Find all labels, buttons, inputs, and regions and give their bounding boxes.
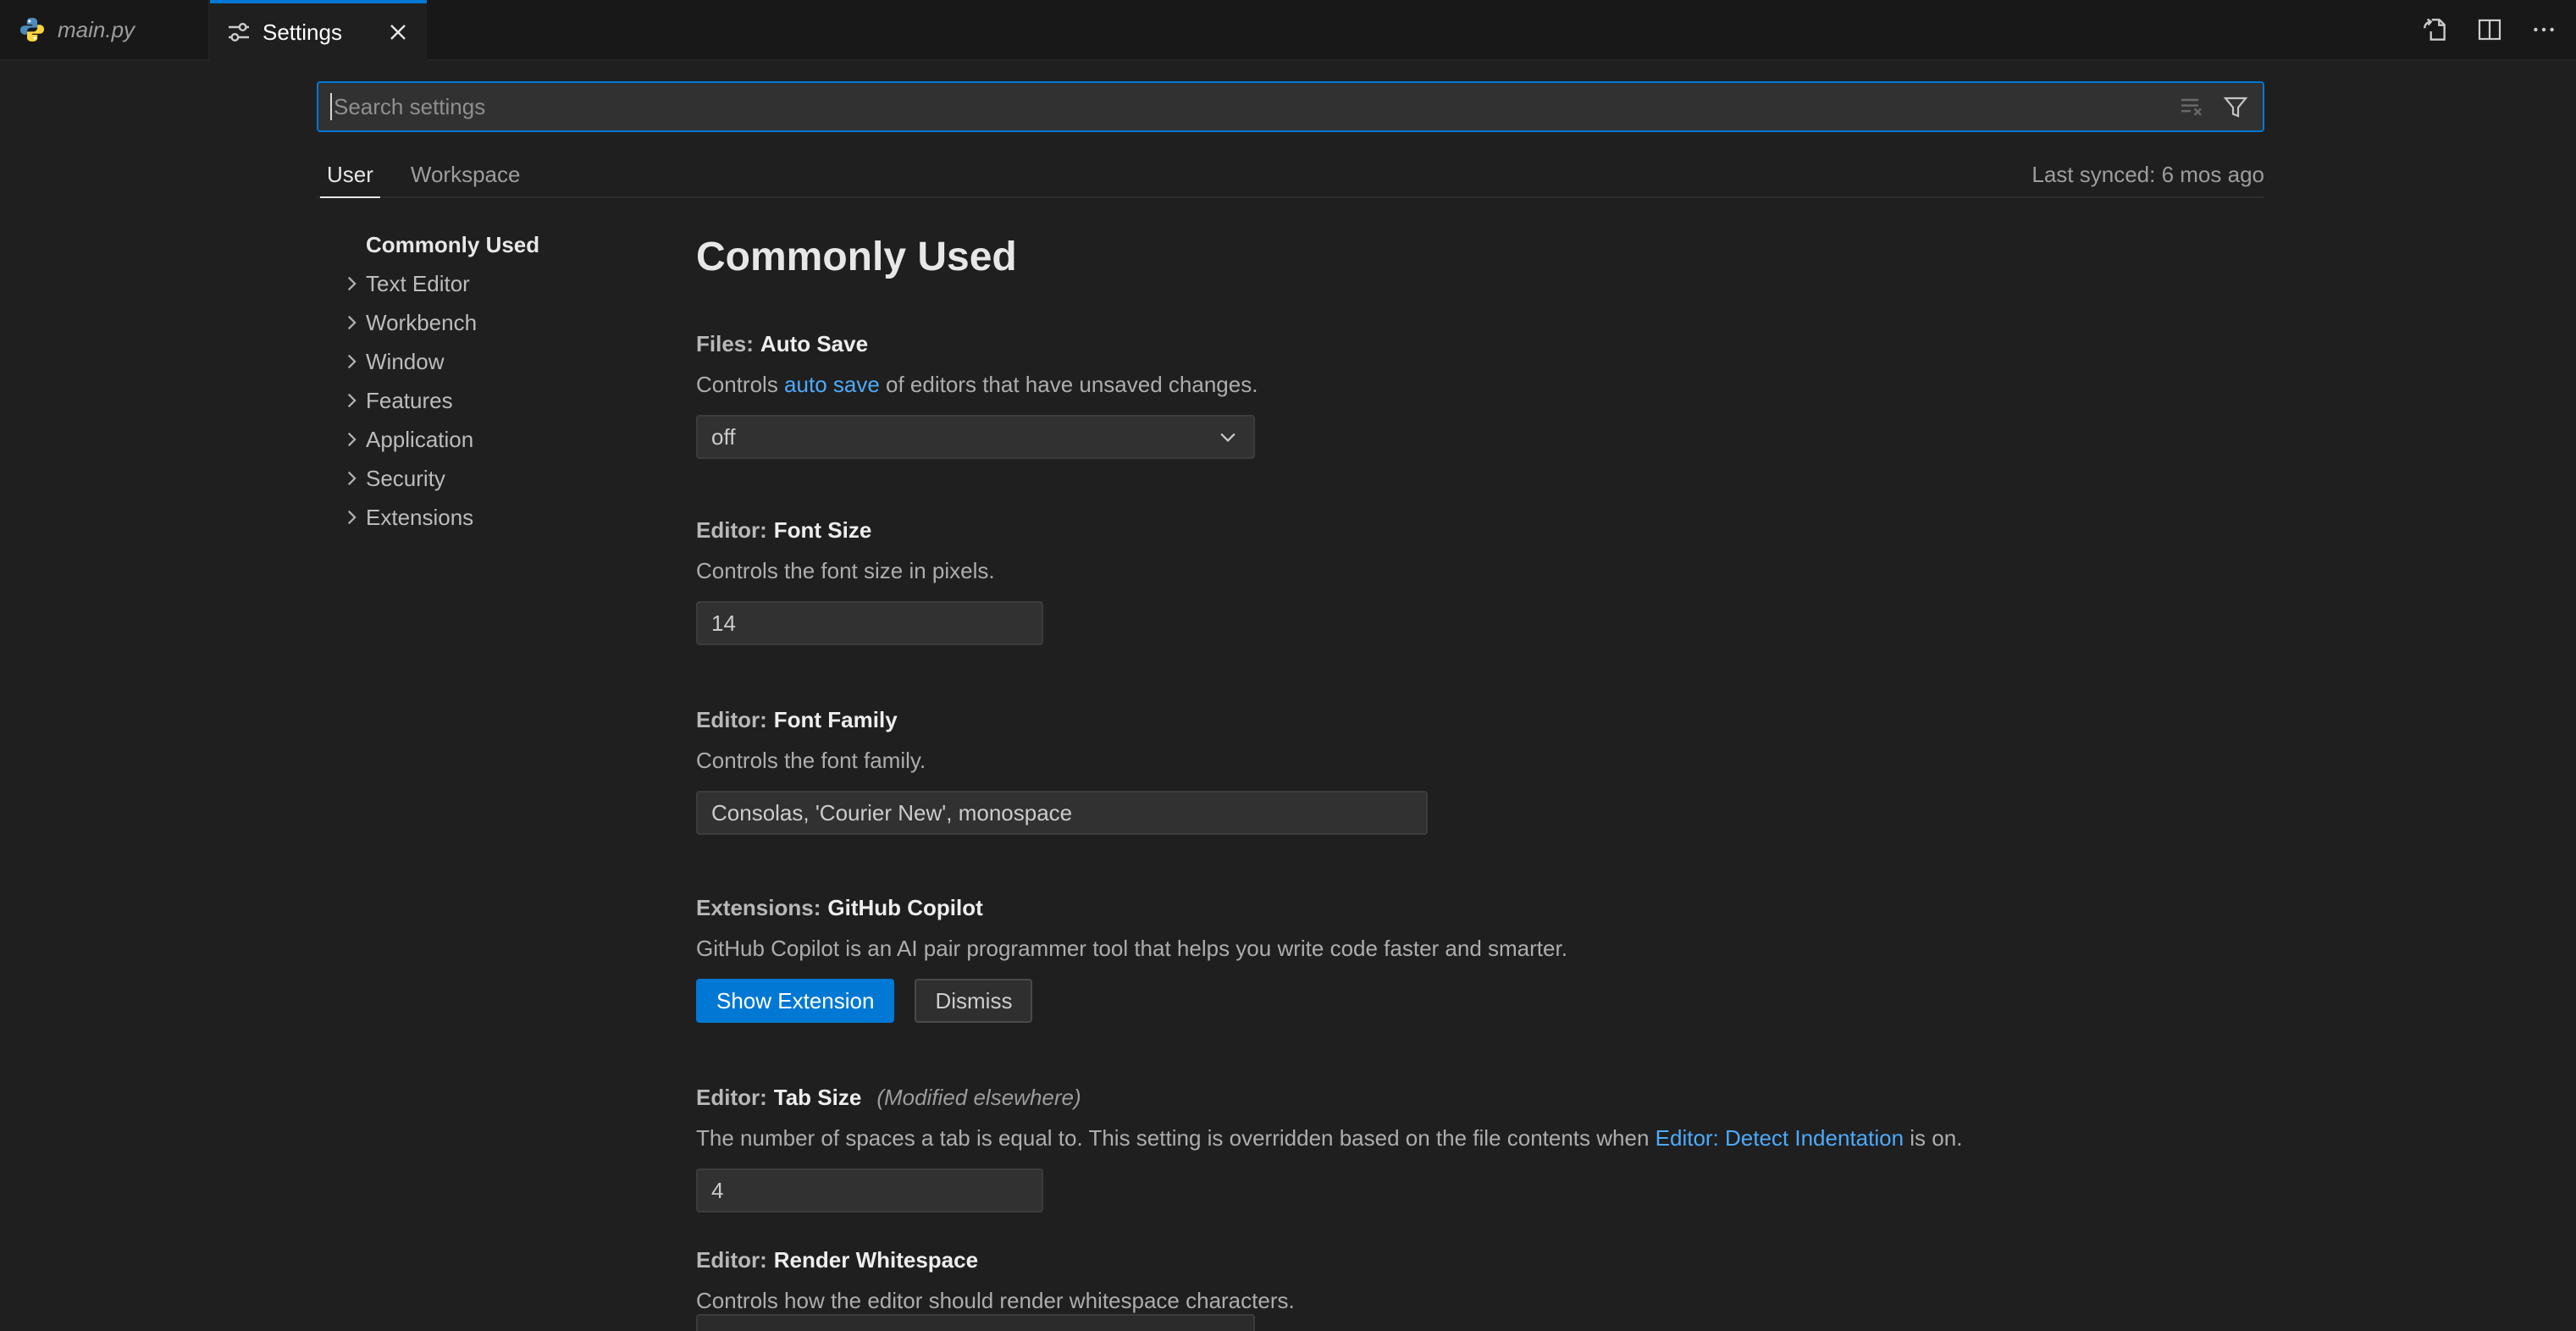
toc-item-application[interactable]: Application (317, 420, 638, 459)
clear-search-results-icon[interactable] (2175, 90, 2208, 124)
toc-item-extensions[interactable]: Extensions (317, 498, 638, 537)
split-editor-icon[interactable] (2471, 11, 2508, 48)
toc-label: Text Editor (366, 271, 470, 297)
render-whitespace-select[interactable] (696, 1314, 1255, 1331)
auto-save-link[interactable]: auto save (784, 372, 880, 397)
chevron-right-icon (340, 426, 366, 453)
auto-save-select[interactable]: off (696, 415, 1255, 459)
chevron-right-icon (340, 270, 366, 297)
more-actions-icon[interactable] (2525, 11, 2562, 48)
settings-toc: Commonly Used Text Editor Workbench Wind… (317, 225, 638, 537)
setting-name: Font Size (774, 517, 872, 543)
description-text: is on. (1904, 1125, 1962, 1151)
setting-label: Extensions:GitHub Copilot (696, 894, 2000, 921)
page-title: Commonly Used (696, 230, 2000, 284)
vscode-settings-window: main.py Settings (0, 0, 2576, 1331)
setting-category: Editor: (696, 1247, 767, 1273)
setting-label: Editor: Font Size (696, 516, 2000, 544)
toc-label: Security (366, 466, 445, 492)
setting-name: Render Whitespace (774, 1247, 978, 1273)
setting-description: GitHub Copilot is an AI pair programmer … (696, 935, 2000, 962)
chevron-down-icon (1216, 425, 1240, 449)
detect-indentation-link[interactable]: Editor: Detect Indentation (1656, 1125, 1904, 1151)
toc-label: Extensions (366, 505, 473, 531)
chevron-right-icon (340, 309, 366, 336)
editor-actions (2417, 0, 2562, 59)
setting-category: Editor: (696, 707, 767, 732)
description-text: Controls (696, 372, 784, 397)
setting-name: GitHub Copilot (827, 895, 982, 920)
setting-description: Controls auto save of editors that have … (696, 371, 2000, 398)
setting-extensions-github-copilot: Extensions:GitHub Copilot GitHub Copilot… (696, 894, 2000, 1023)
description-text: The number of spaces a tab is equal to. … (696, 1125, 1656, 1151)
tab-label: main.py (58, 17, 135, 43)
setting-description: Controls how the editor should render wh… (696, 1287, 2000, 1314)
last-synced-status: Last synced: 6 mos ago (2032, 162, 2264, 188)
chevron-right-icon (340, 387, 366, 414)
setting-category: Editor: (696, 517, 767, 543)
toc-item-window[interactable]: Window (317, 342, 638, 381)
tab-main-py[interactable]: main.py (0, 0, 210, 59)
description-text: of editors that have unsaved changes. (880, 372, 1258, 397)
setting-name: Tab Size (774, 1085, 862, 1110)
toc-item-commonly-used[interactable]: Commonly Used (317, 225, 638, 264)
settings-content: Commonly Used (696, 230, 2000, 284)
toc-label: Workbench (366, 310, 477, 336)
setting-label: Files:Auto Save (696, 330, 2000, 357)
tab-label: Settings (263, 19, 342, 46)
setting-editor-font-size: Editor: Font Size Controls the font size … (696, 516, 2000, 645)
python-icon (19, 16, 46, 43)
toc-item-workbench[interactable]: Workbench (317, 303, 638, 342)
tab-user-settings[interactable]: User (317, 152, 384, 196)
chevron-right-icon (340, 504, 366, 531)
settings-search-box: Search settings (317, 81, 2264, 132)
dismiss-button[interactable]: Dismiss (915, 979, 1032, 1023)
setting-label: Editor: Tab Size (Modified elsewhere) (696, 1084, 2000, 1111)
chevron-right-icon (340, 348, 366, 375)
toc-spacer (340, 231, 366, 258)
settings-sliders-icon (225, 19, 252, 46)
tab-workspace-settings[interactable]: Workspace (401, 152, 531, 196)
show-extension-button[interactable]: Show Extension (696, 979, 894, 1023)
toc-item-text-editor[interactable]: Text Editor (317, 264, 638, 303)
search-actions (2175, 90, 2253, 124)
settings-scope-row: User Workspace Last synced: 6 mos ago (317, 152, 2264, 198)
filter-icon[interactable] (2219, 90, 2253, 124)
setting-label: Editor: Font Family (696, 706, 2000, 733)
selected-value: off (711, 424, 1216, 450)
setting-name: Auto Save (760, 331, 868, 356)
font-family-input[interactable] (696, 791, 1428, 835)
tab-user-label: User (327, 162, 373, 188)
toc-label: Features (366, 388, 453, 414)
setting-description: Controls the font size in pixels. (696, 557, 2000, 584)
toc-label: Commonly Used (366, 232, 539, 258)
toc-item-features[interactable]: Features (317, 381, 638, 420)
toc-label: Application (366, 427, 473, 453)
toc-label: Window (366, 349, 444, 375)
setting-editor-font-family: Editor: Font Family Controls the font fam… (696, 706, 2000, 835)
setting-name: Font Family (774, 707, 898, 732)
tab-workspace-label: Workspace (411, 162, 521, 188)
open-settings-json-icon[interactable] (2417, 11, 2454, 48)
close-tab-icon[interactable] (383, 17, 413, 47)
setting-category: Editor: (696, 1085, 767, 1110)
search-input[interactable]: Search settings (334, 94, 2175, 120)
setting-editor-render-whitespace: Editor: Render Whitespace Controls how th… (696, 1246, 2000, 1314)
font-size-input[interactable] (696, 601, 1043, 645)
text-caret (330, 93, 332, 120)
setting-category: Files: (696, 331, 754, 356)
tab-settings[interactable]: Settings (210, 0, 427, 61)
setting-files-auto-save: Files:Auto Save Controls auto save of ed… (696, 330, 2000, 459)
setting-editor-tab-size: Editor: Tab Size (Modified elsewhere) The … (696, 1084, 2000, 1212)
modified-elsewhere-badge: (Modified elsewhere) (876, 1085, 1081, 1110)
setting-description: Controls the font family. (696, 747, 2000, 774)
setting-description: The number of spaces a tab is equal to. … (696, 1124, 2000, 1152)
toc-item-security[interactable]: Security (317, 459, 638, 498)
tab-size-input[interactable] (696, 1168, 1043, 1212)
setting-label: Editor: Render Whitespace (696, 1246, 2000, 1273)
chevron-right-icon (340, 465, 366, 492)
setting-category: Extensions: (696, 895, 821, 920)
